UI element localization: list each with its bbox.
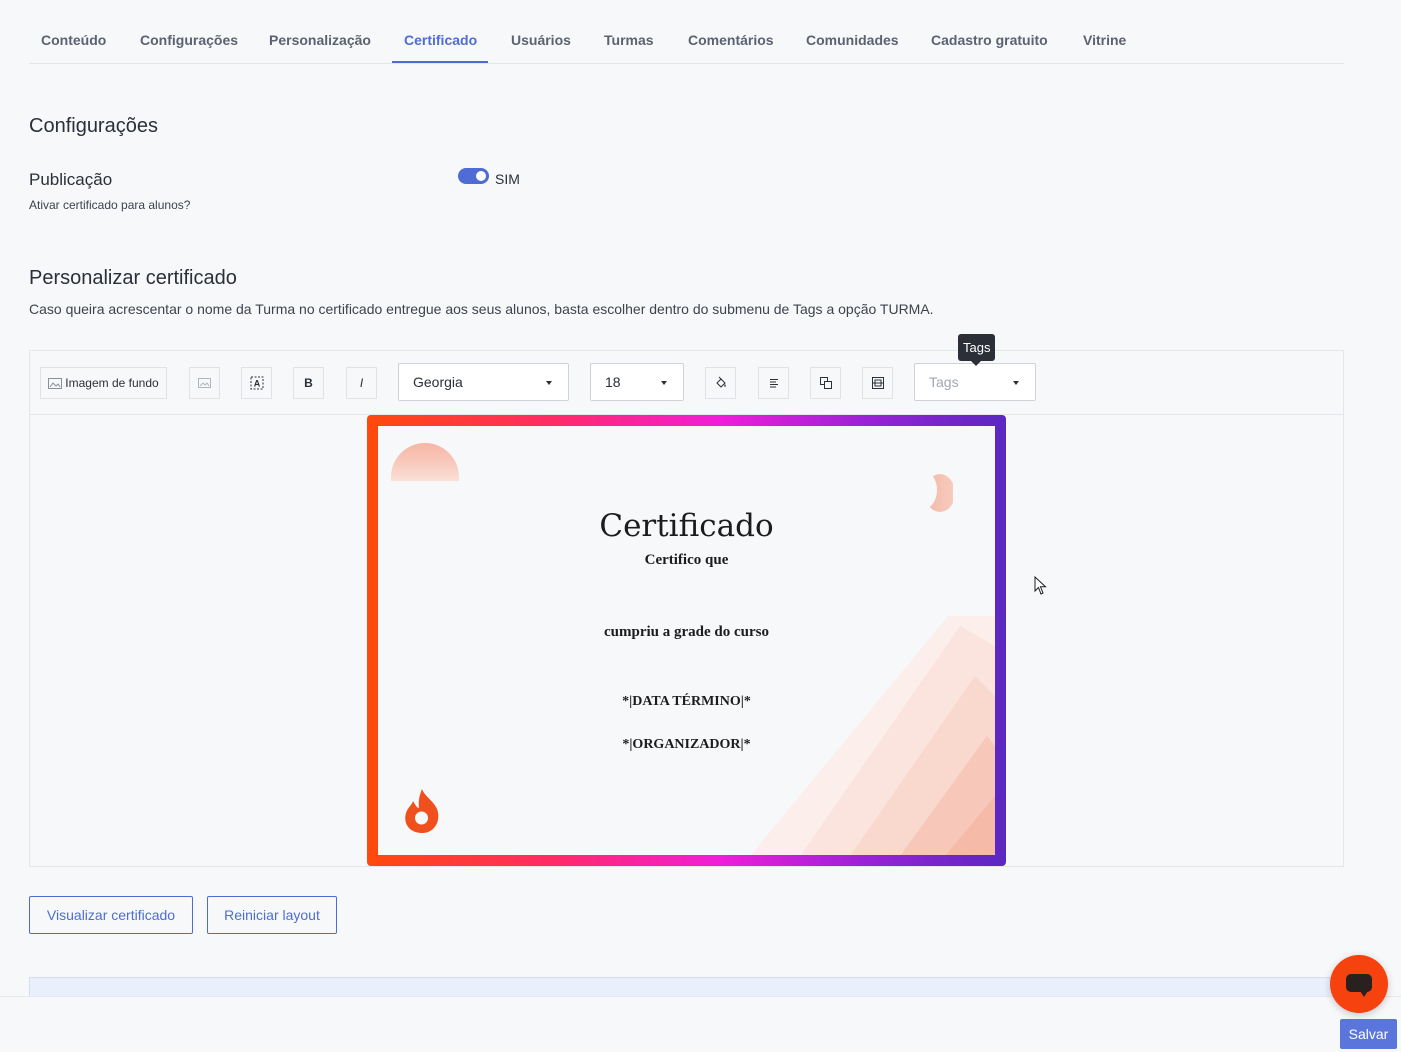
font-size-select[interactable]: 18 bbox=[590, 363, 684, 401]
tab-certificado[interactable]: Certificado bbox=[391, 32, 489, 63]
certificate-tag-organizer[interactable]: *|ORGANIZADOR|* bbox=[378, 737, 995, 753]
publication-toggle[interactable] bbox=[458, 168, 489, 184]
tab-vitrine[interactable]: Vitrine bbox=[1083, 32, 1126, 63]
flame-logo-icon bbox=[405, 789, 439, 833]
tab-cadastro-gratuito[interactable]: Cadastro gratuito bbox=[931, 32, 1048, 63]
tab-comunidades[interactable]: Comunidades bbox=[806, 32, 899, 63]
settings-heading: Configurações bbox=[29, 115, 158, 137]
chevron-down-icon bbox=[661, 381, 667, 385]
certificate-title[interactable]: Certificado bbox=[378, 508, 995, 544]
duplicate-button[interactable] bbox=[810, 367, 841, 399]
svg-text:A: A bbox=[253, 379, 260, 389]
customize-description: Caso queira acrescentar o nome da Turma … bbox=[29, 301, 934, 317]
tab-conteudo[interactable]: Conteúdo bbox=[41, 32, 106, 63]
tags-placeholder: Tags bbox=[929, 374, 959, 390]
insert-image-button[interactable] bbox=[189, 367, 220, 399]
layer-button[interactable] bbox=[862, 367, 893, 399]
tab-turmas[interactable]: Turmas bbox=[604, 32, 654, 63]
customize-heading: Personalizar certificado bbox=[29, 267, 237, 289]
save-button[interactable]: Salvar bbox=[1340, 1019, 1397, 1049]
tab-usuarios[interactable]: Usuários bbox=[511, 32, 571, 63]
diagonal-stripes-decoration bbox=[750, 616, 995, 855]
certificate-canvas[interactable]: Certificado Certifico que cumpriu a grad… bbox=[378, 426, 995, 855]
background-image-label: Imagem de fundo bbox=[65, 376, 159, 390]
publication-label: Publicação bbox=[29, 170, 113, 189]
certificate-tag-end-date[interactable]: *|DATA TÉRMINO|* bbox=[378, 694, 995, 710]
background-image-button[interactable]: Imagem de fundo bbox=[40, 367, 167, 399]
certificate-line-certify[interactable]: Certifico que bbox=[378, 552, 995, 569]
reset-layout-button[interactable]: Reiniciar layout bbox=[207, 896, 337, 934]
align-left-icon bbox=[769, 379, 778, 388]
mouse-cursor-icon bbox=[1034, 576, 1047, 595]
text-box-icon: A bbox=[250, 376, 263, 390]
font-family-value: Georgia bbox=[413, 374, 463, 390]
tab-comentarios[interactable]: Comentários bbox=[688, 32, 774, 63]
tab-personalizacao[interactable]: Personalização bbox=[269, 32, 371, 63]
font-size-value: 18 bbox=[605, 374, 621, 390]
footer-bar bbox=[0, 996, 1401, 1052]
info-panel bbox=[29, 977, 1344, 997]
font-family-select[interactable]: Georgia bbox=[398, 363, 569, 401]
certificate-frame: Certificado Certifico que cumpriu a grad… bbox=[367, 415, 1006, 866]
chevron-down-icon bbox=[546, 381, 552, 385]
tab-configuracoes[interactable]: Configurações bbox=[140, 32, 238, 63]
toggle-state-label: SIM bbox=[495, 171, 520, 187]
preview-certificate-button[interactable]: Visualizar certificado bbox=[29, 896, 193, 934]
page: Conteúdo Configurações Personalização Ce… bbox=[0, 0, 1401, 1052]
italic-button[interactable]: I bbox=[346, 367, 377, 399]
publication-hint: Ativar certificado para alunos? bbox=[29, 198, 191, 212]
text-box-button[interactable]: A bbox=[241, 367, 272, 399]
tags-select[interactable]: Tags bbox=[914, 363, 1036, 401]
chat-button[interactable] bbox=[1330, 955, 1388, 1013]
chevron-down-icon bbox=[1013, 381, 1019, 385]
tags-tooltip: Tags bbox=[958, 334, 996, 366]
tab-bar: Conteúdo Configurações Personalização Ce… bbox=[29, 20, 1344, 64]
semicircle-decoration bbox=[391, 443, 459, 481]
certificate-editor: Imagem de fundo A B I Georgia 18 Tags Ta… bbox=[29, 334, 1344, 867]
editor-toolbar: Imagem de fundo A B I Georgia 18 Tags Ta… bbox=[30, 334, 1343, 415]
bold-button[interactable]: B bbox=[293, 367, 324, 399]
image-icon bbox=[198, 378, 211, 388]
copy-icon bbox=[819, 377, 832, 389]
layers-icon bbox=[871, 377, 884, 389]
fill-color-button[interactable] bbox=[705, 367, 736, 399]
align-button[interactable] bbox=[758, 367, 789, 399]
moon-decoration bbox=[921, 472, 953, 512]
paint-bucket-icon bbox=[715, 376, 726, 388]
certificate-line-course[interactable]: cumpriu a grade do curso bbox=[378, 624, 995, 641]
chat-bubble-icon bbox=[1346, 974, 1372, 997]
image-icon bbox=[48, 377, 63, 389]
